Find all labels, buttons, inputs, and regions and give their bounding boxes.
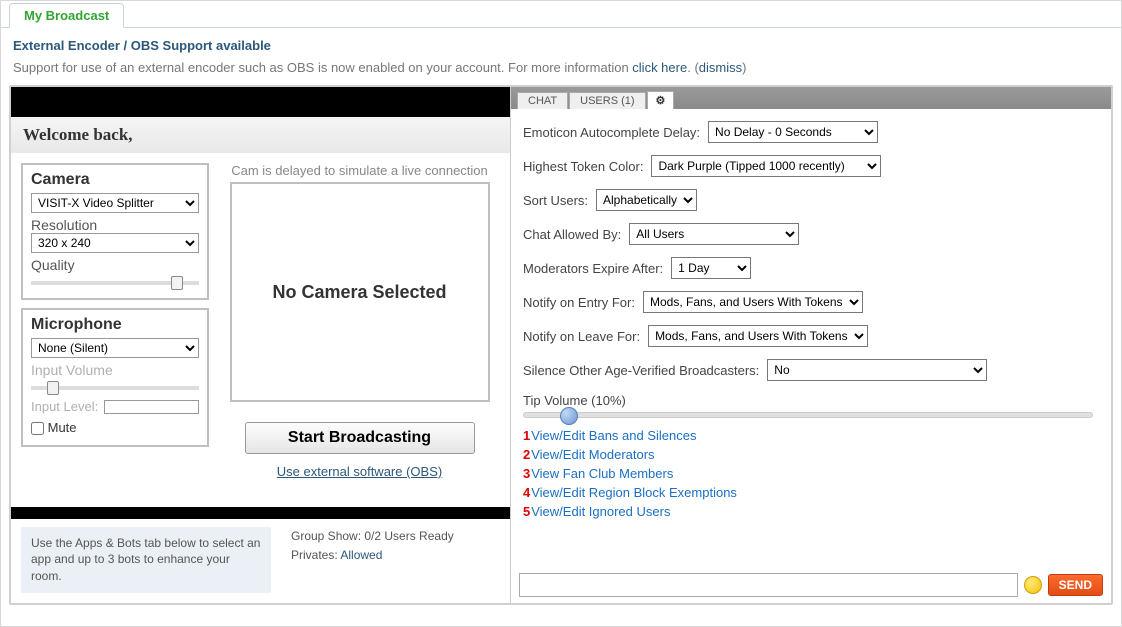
start-broadcasting-button[interactable]: Start Broadcasting	[245, 422, 475, 454]
camera-heading: Camera	[31, 171, 199, 189]
tab-chat[interactable]: CHAT	[517, 92, 568, 109]
camera-device-select[interactable]: VISIT-X Video Splitter	[31, 193, 199, 213]
link-ignored-users[interactable]: 5View/Edit Ignored Users	[523, 504, 1093, 519]
privates-link[interactable]: Allowed	[340, 548, 382, 562]
tip-volume-knob[interactable]	[560, 407, 578, 425]
app-window: My Broadcast External Encoder / OBS Supp…	[0, 0, 1122, 627]
chat-allowed-select[interactable]: All Users	[629, 223, 799, 245]
group-show-status: Group Show: 0/2 Users Ready	[291, 527, 454, 546]
notify-leave-select[interactable]: Mods, Fans, and Users With Tokens	[648, 325, 868, 347]
token-color-label: Highest Token Color:	[523, 159, 643, 174]
notice-click-here-link[interactable]: click here	[632, 60, 687, 75]
notify-entry-label: Notify on Entry For:	[523, 295, 635, 310]
notify-leave-label: Notify on Leave For:	[523, 329, 640, 344]
emoticon-delay-label: Emoticon Autocomplete Delay:	[523, 125, 700, 140]
notice-dismiss-link[interactable]: dismiss	[699, 60, 742, 75]
cam-delay-text: Cam is delayed to simulate a live connec…	[231, 163, 488, 178]
input-level-label: Input Level:	[31, 399, 98, 414]
tab-strip: My Broadcast	[1, 1, 1121, 28]
link-fan-club[interactable]: 3View Fan Club Members	[523, 466, 1093, 481]
settings-pane[interactable]: Emoticon Autocomplete Delay: No Delay - …	[511, 109, 1111, 567]
send-button[interactable]: SEND	[1048, 574, 1103, 596]
notice-body: Support for use of an external encoder s…	[13, 60, 632, 75]
mod-expire-label: Moderators Expire After:	[523, 261, 663, 276]
token-color-select[interactable]: Dark Purple (Tipped 1000 recently)	[651, 155, 881, 177]
tab-my-broadcast[interactable]: My Broadcast	[9, 3, 124, 28]
gear-icon: ⚙	[656, 95, 666, 107]
notice-text: Support for use of an external encoder s…	[13, 58, 1109, 78]
link-region-block[interactable]: 4View/Edit Region Block Exemptions	[523, 485, 1093, 500]
notice-title: External Encoder / OBS Support available	[13, 36, 1109, 56]
input-level-meter	[104, 400, 199, 414]
apps-bots-tip: Use the Apps & Bots tab below to select …	[21, 527, 271, 593]
link-moderators[interactable]: 2View/Edit Moderators	[523, 447, 1093, 462]
obs-external-link[interactable]: Use external software (OBS)	[277, 464, 442, 479]
tab-settings[interactable]: ⚙	[647, 91, 675, 109]
action-links: 1View/Edit Bans and Silences 2View/Edit …	[523, 428, 1093, 519]
side-panels: Camera VISIT-X Video Splitter Resolution…	[21, 163, 209, 497]
chat-allowed-label: Chat Allowed By:	[523, 227, 621, 242]
broadcast-body: Camera VISIT-X Video Splitter Resolution…	[11, 153, 510, 507]
quality-label: Quality	[31, 257, 199, 273]
notify-entry-select[interactable]: Mods, Fans, and Users With Tokens	[643, 291, 863, 313]
tip-volume-label: Tip Volume (10%)	[523, 393, 1093, 408]
welcome-heading: Welcome back,	[11, 87, 510, 153]
quality-slider[interactable]	[31, 281, 199, 285]
emoji-icon[interactable]	[1024, 576, 1042, 594]
tip-volume-slider[interactable]	[523, 412, 1093, 418]
privates-label: Privates:	[291, 548, 340, 562]
mod-expire-select[interactable]: 1 Day	[671, 257, 751, 279]
resolution-label: Resolution	[31, 217, 199, 233]
silence-broadcasters-label: Silence Other Age-Verified Broadcasters:	[523, 363, 759, 378]
no-camera-text: No Camera Selected	[272, 282, 446, 303]
mute-label: Mute	[48, 420, 77, 435]
input-volume-slider	[31, 386, 199, 390]
sort-users-select[interactable]: Alphabetically	[596, 189, 697, 211]
silence-broadcasters-select[interactable]: No	[767, 359, 987, 381]
chat-panel: CHAT USERS (1) ⚙ Emoticon Autocomplete D…	[511, 87, 1111, 603]
microphone-device-select[interactable]: None (Silent)	[31, 338, 199, 358]
broadcast-footer: Use the Apps & Bots tab below to select …	[11, 507, 510, 603]
status-block: Group Show: 0/2 Users Ready Privates: Al…	[291, 527, 454, 593]
camera-panel: Camera VISIT-X Video Splitter Resolution…	[21, 163, 209, 300]
link-bans-silences[interactable]: 1View/Edit Bans and Silences	[523, 428, 1093, 443]
broadcast-panel: Welcome back, Camera VISIT-X Video Split…	[11, 87, 511, 603]
emoticon-delay-select[interactable]: No Delay - 0 Seconds	[708, 121, 878, 143]
resolution-select[interactable]: 320 x 240	[31, 233, 199, 253]
camera-preview: No Camera Selected	[230, 182, 490, 402]
preview-column: Cam is delayed to simulate a live connec…	[219, 163, 500, 497]
mute-checkbox[interactable]	[31, 422, 44, 435]
notice-bar: External Encoder / OBS Support available…	[1, 28, 1121, 85]
right-tab-strip: CHAT USERS (1) ⚙	[511, 87, 1111, 109]
microphone-panel: Microphone None (Silent) Input Volume In…	[21, 308, 209, 447]
content-frame: Welcome back, Camera VISIT-X Video Split…	[9, 85, 1113, 605]
chat-input-row: SEND	[511, 567, 1111, 603]
sort-users-label: Sort Users:	[523, 193, 588, 208]
chat-input[interactable]	[519, 573, 1018, 597]
microphone-heading: Microphone	[31, 316, 199, 334]
tab-users[interactable]: USERS (1)	[569, 92, 645, 109]
input-volume-label: Input Volume	[31, 362, 199, 378]
